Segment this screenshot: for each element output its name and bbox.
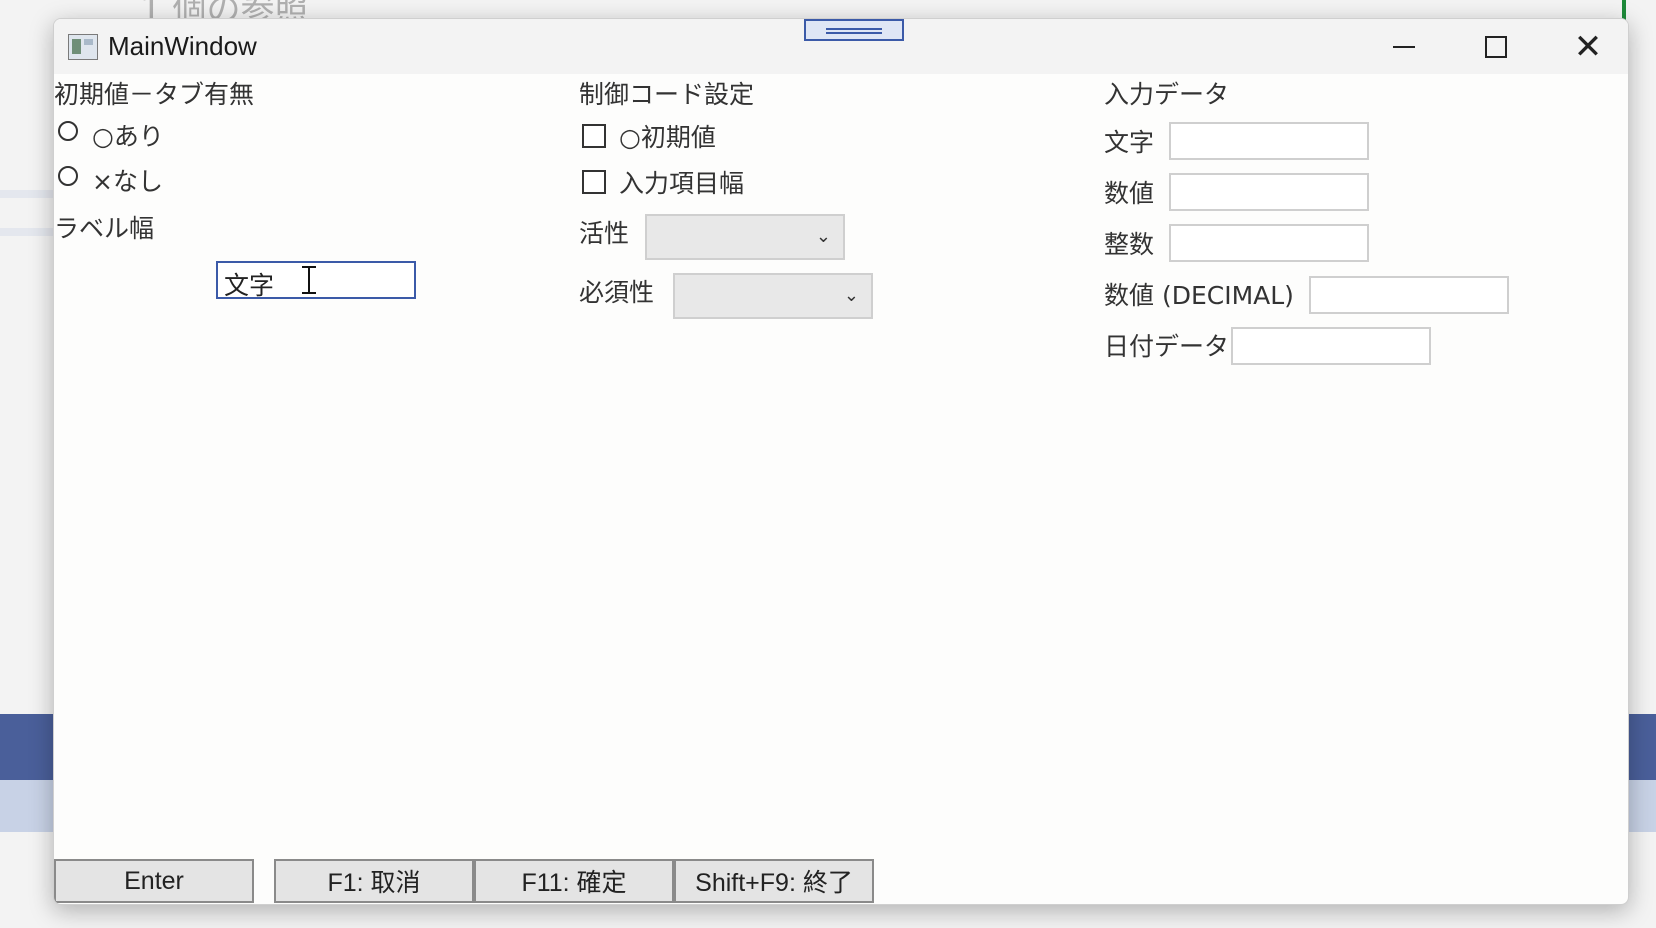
checkbox-input-width[interactable] <box>582 170 606 194</box>
minimize-button[interactable] <box>1358 19 1450 74</box>
date-input[interactable] <box>1231 327 1431 365</box>
field-label-decimal: 数値 (DECIMAL) <box>1104 281 1294 310</box>
shift-f9-exit-button[interactable]: Shift+F9: 終了 <box>674 859 874 903</box>
app-icon <box>68 34 98 60</box>
required-select[interactable]: ⌄ <box>673 273 873 319</box>
maximize-icon <box>1485 35 1507 58</box>
radio-yes[interactable] <box>58 121 78 141</box>
f1-cancel-button[interactable]: F1: 取消 <box>274 859 474 903</box>
background-strip <box>0 228 56 236</box>
input-data-header: 入力データ <box>1104 80 1230 109</box>
close-icon: ✕ <box>1573 26 1603 67</box>
required-label: 必須性 <box>579 278 655 307</box>
label-width-input[interactable]: 文字 <box>216 261 416 300</box>
enter-button[interactable]: Enter <box>54 859 254 903</box>
chevron-down-icon: ⌄ <box>815 226 831 247</box>
number-input[interactable] <box>1169 173 1369 211</box>
field-label-text: 文字 <box>1104 128 1155 157</box>
active-select[interactable]: ⌄ <box>645 214 845 260</box>
minimize-icon <box>1393 45 1415 48</box>
radio-no[interactable] <box>58 166 78 186</box>
checkbox-input-width-label: 入力項目幅 <box>619 169 745 198</box>
label-width-value: 文字 <box>224 271 275 300</box>
label-width-label: ラベル幅 <box>54 214 155 243</box>
background-strip <box>0 190 56 198</box>
maximize-button[interactable] <box>1450 19 1542 74</box>
text-input[interactable] <box>1169 122 1369 160</box>
drag-handle-icon[interactable] <box>804 19 904 41</box>
checkbox-initial-value[interactable] <box>582 124 606 148</box>
main-window: MainWindow ✕ 初期値－タブ有無 ○あり ×なし ラベル幅 文字 制御… <box>53 18 1629 905</box>
chevron-down-icon: ⌄ <box>843 285 859 306</box>
close-button[interactable]: ✕ <box>1542 19 1628 74</box>
text-cursor-icon <box>302 265 316 295</box>
active-label: 活性 <box>579 219 630 248</box>
field-label-integer: 整数 <box>1104 230 1155 259</box>
f11-confirm-button[interactable]: F11: 確定 <box>474 859 674 903</box>
field-label-number: 数値 <box>1104 179 1155 208</box>
radio-yes-label: ○あり <box>92 122 164 151</box>
window-title: MainWindow <box>108 31 257 61</box>
control-code-header: 制御コード設定 <box>579 80 755 109</box>
checkbox-initial-value-label: ○初期値 <box>619 123 716 152</box>
radio-no-label: ×なし <box>92 167 163 196</box>
integer-input[interactable] <box>1169 224 1369 262</box>
title-bar[interactable]: MainWindow ✕ <box>54 19 1628 74</box>
initial-tab-header: 初期値－タブ有無 <box>54 80 255 109</box>
field-label-date: 日付データ <box>1104 332 1230 361</box>
decimal-input[interactable] <box>1309 276 1509 314</box>
